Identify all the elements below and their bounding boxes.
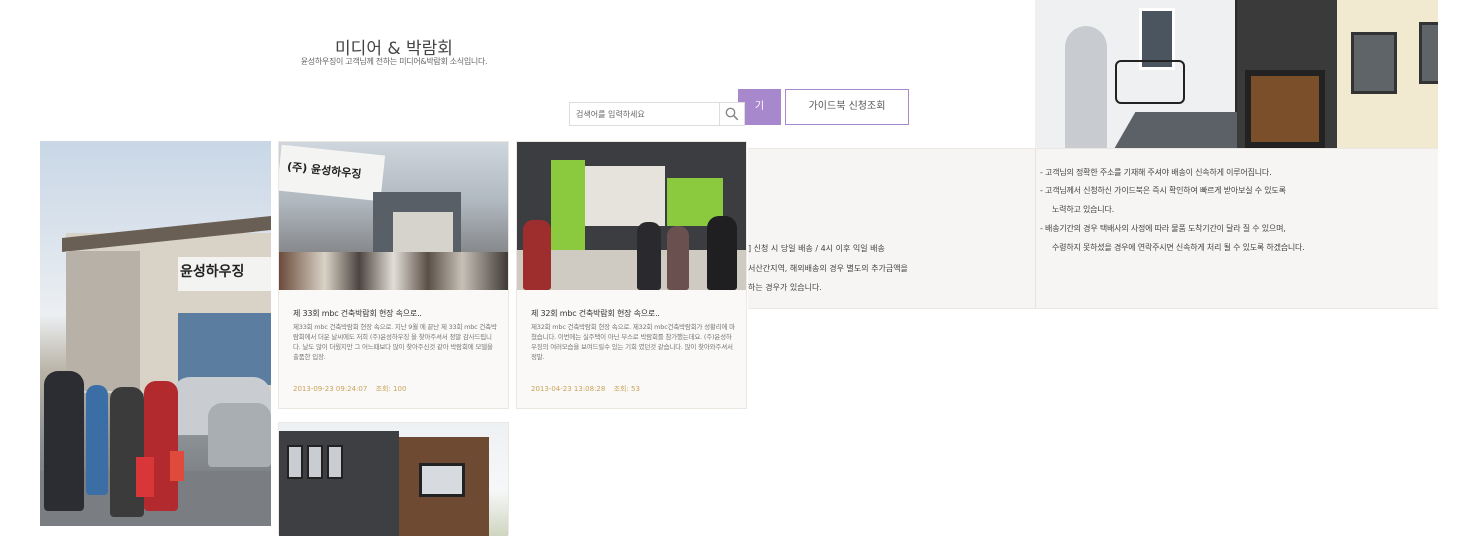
card-thumbnail[interactable]: (주) 윤성하우징 [279,142,508,290]
notice-line: - 고객님의 정확한 주소를 기재해 주셔야 배송이 신속하게 이루어집니다. [1040,168,1272,177]
notice-line: 노력하고 있습니다. [1052,205,1114,214]
search-box [569,102,745,126]
card-excerpt: 제33회 mbc 건축박람회 현장 속으로. 지난 9월 에 끝난 제 33회 … [293,323,497,361]
info-divider [1035,149,1036,308]
search-icon [725,107,739,121]
card-meta: 2013-09-23 09:24:07 조회: 100 [293,384,412,394]
guidebook-house-photo [1035,0,1438,148]
delivery-info-line: 서산간지역, 해외배송의 경우 별도의 추가금액을 [748,264,908,273]
card-date: 2013-09-23 09:24:07 [293,385,368,393]
card-meta: 2013-04-23 13:08:28 조회: 53 [531,384,646,394]
media-card[interactable]: (주) 윤성하우징 제 33회 mbc 건축박람회 현장 속으로.. 제33회 … [278,141,509,409]
card-thumbnail[interactable] [279,423,508,536]
delivery-info-line: ] 신청 시 당일 배송 / 4시 이후 익일 배송 [748,244,885,253]
guidebook-info-panel: ] 신청 시 당일 배송 / 4시 이후 익일 배송 서산간지역, 해외배송의 … [748,148,1438,309]
delivery-info-line: 하는 경우가 있습니다. [748,283,822,292]
notice-line: - 배송기간의 경우 택배사의 사정에 따라 물품 도착기간이 달라 질 수 있… [1040,224,1286,233]
card-thumbnail[interactable] [517,142,746,290]
media-card[interactable]: 제 32회 mbc 건축박람회 현장 속으로.. 제32회 mbc 건축박람회 … [516,141,747,409]
notice-line: 수령하지 못하셨을 경우에 연락주시면 신속하게 처리 될 수 있도록 하겠습니… [1052,243,1305,252]
guidebook-lookup-button[interactable]: 가이드북 신청조회 [785,89,909,125]
media-card[interactable] [278,422,509,536]
card-title[interactable]: 제 33회 mbc 건축박람회 현장 속으로.. [293,308,422,319]
card-views: 조회: 100 [375,385,407,393]
notice-line: - 고객님께서 신청하신 가이드북은 즉시 확인하여 빠르게 받아보실 수 있도… [1040,186,1286,195]
card-views: 조회: 53 [613,385,640,393]
card-date: 2013-04-23 13:08:28 [531,385,606,393]
featured-expo-photo[interactable]: 윤성하우징 [40,141,271,526]
search-input[interactable] [570,103,720,125]
card-excerpt: 제32회 mbc 건축박람회 현장 속으로. 제32회 mbc건축박람회가 성황… [531,323,735,361]
search-button[interactable] [719,103,744,125]
card-title[interactable]: 제 32회 mbc 건축박람회 현장 속으로.. [531,308,660,319]
page-subtitle: 윤성하우징이 고객님께 전하는 미디어&박람회 소식입니다. [300,57,488,66]
photo-sign-text: 윤성하우징 [180,264,245,280]
